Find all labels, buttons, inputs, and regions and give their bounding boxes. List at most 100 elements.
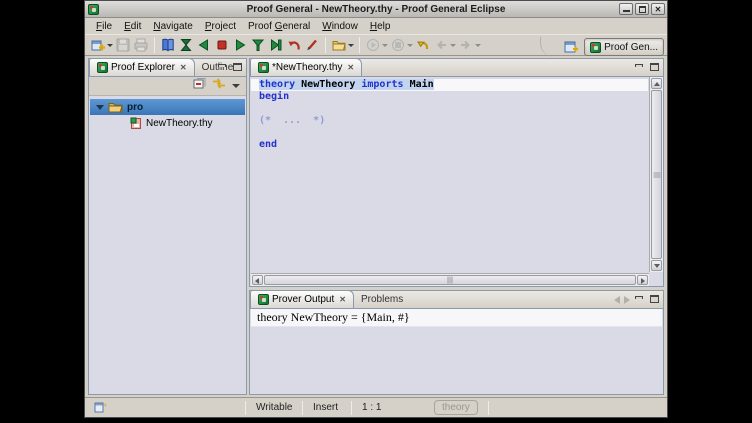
proof-explorer-icon	[97, 62, 108, 73]
view-menu-icon[interactable]	[232, 84, 240, 88]
menu-window[interactable]: Window	[316, 20, 364, 33]
link-with-editor-icon[interactable]	[212, 77, 226, 95]
tab-prover-output[interactable]: Prover Output ✕	[250, 290, 354, 308]
workbench-area: Proof Explorer ✕ Outline	[85, 57, 667, 397]
maximize-window-button[interactable]	[635, 3, 649, 15]
theory-editor-icon	[258, 62, 269, 73]
proof-explorer-view: Proof Explorer ✕ Outline	[88, 58, 247, 395]
main-toolbar: Proof Gen...	[85, 34, 667, 56]
horizontal-scroll-thumb[interactable]	[264, 275, 636, 285]
vertical-scroll-thumb[interactable]	[651, 90, 662, 259]
scroll-right-icon[interactable]	[637, 275, 648, 285]
menubar: FileEditNavigateProjectProof GeneralWind…	[85, 18, 667, 34]
insert-mode-status: Insert	[303, 402, 351, 413]
scroll-down-icon[interactable]	[651, 260, 662, 271]
undo-step-button[interactable]	[195, 35, 213, 55]
tree-item-newtheory-thy[interactable]: NewTheory.thy	[90, 115, 245, 131]
toolbar-separator	[154, 37, 155, 53]
close-icon[interactable]: ✕	[347, 63, 354, 72]
menu-edit[interactable]: Edit	[118, 20, 147, 33]
menu-project[interactable]: Project	[199, 20, 242, 33]
code-line[interactable]: theory NewTheory imports Main	[251, 79, 648, 91]
output-tabrow: Prover Output ✕ Problems	[250, 291, 663, 309]
window-title: Proof General - NewTheory.thy - Proof Ge…	[85, 4, 667, 15]
caret-position-status: 1 : 1	[352, 402, 404, 413]
prover-output-icon	[258, 294, 269, 305]
prover-output-view: Prover Output ✕ Problems theory NewTheor…	[249, 290, 664, 395]
tree-item-pro[interactable]: pro	[90, 99, 245, 115]
last-edit-location-button[interactable]	[414, 35, 432, 55]
minimize-view-icon[interactable]	[217, 62, 228, 73]
theory-context-button[interactable]: theory	[434, 400, 478, 415]
tab-proof-explorer[interactable]: Proof Explorer ✕	[89, 58, 195, 76]
titlebar[interactable]: Proof General - NewTheory.thy - Proof Ge…	[85, 1, 667, 18]
goto-target-button[interactable]	[249, 35, 267, 55]
code-line[interactable]: begin	[251, 91, 648, 103]
toolbar-separator	[325, 37, 326, 53]
editor-area: *NewTheory.thy ✕ theory NewTheory import…	[249, 58, 664, 287]
code-line[interactable]: end	[251, 139, 648, 151]
back-button[interactable]	[432, 35, 457, 55]
retract-all-button[interactable]	[285, 35, 303, 55]
perspective-bar-separator	[540, 37, 558, 57]
minimize-window-button[interactable]	[619, 3, 633, 15]
tree-item-label: NewTheory.thy	[146, 118, 213, 129]
maximize-editor-icon[interactable]	[649, 62, 660, 73]
maximize-view-icon[interactable]	[649, 294, 660, 305]
open-folder-button[interactable]	[330, 35, 355, 55]
tab-newtheory-editor[interactable]: *NewTheory.thy ✕	[250, 58, 362, 76]
external-tools-button[interactable]	[389, 35, 414, 55]
proof-general-perspective-icon	[590, 42, 601, 53]
prover-output-content[interactable]: theory NewTheory = {Main, #}	[251, 309, 662, 393]
close-icon[interactable]: ✕	[180, 63, 187, 72]
editor-horizontal-scrollbar[interactable]	[251, 273, 649, 286]
tab-label: Prover Output	[272, 294, 334, 305]
output-forward-icon[interactable]	[624, 296, 630, 304]
menu-help[interactable]: Help	[364, 20, 397, 33]
close-window-button[interactable]: ✕	[651, 3, 665, 15]
maximize-view-icon[interactable]	[232, 62, 243, 73]
code-line[interactable]	[251, 127, 648, 139]
minimize-view-icon[interactable]	[634, 294, 645, 305]
run-tool-button[interactable]	[364, 35, 389, 55]
minimize-editor-icon[interactable]	[634, 62, 645, 73]
menu-navigate[interactable]: Navigate	[147, 20, 198, 33]
output-back-icon[interactable]	[614, 296, 620, 304]
code-line[interactable]: (* ... *)	[251, 115, 648, 127]
tree-item-label: pro	[127, 102, 143, 113]
explorer-tabrow: Proof Explorer ✕ Outline	[89, 59, 246, 77]
activate-scripting-pen-button[interactable]	[303, 35, 321, 55]
restart-prover-hourglass-button[interactable]	[177, 35, 195, 55]
perspective-label: Proof Gen...	[604, 42, 658, 53]
tab-problems[interactable]: Problems	[354, 290, 410, 308]
save-button[interactable]	[114, 35, 132, 55]
scroll-left-icon[interactable]	[252, 275, 263, 285]
scroll-up-icon[interactable]	[651, 78, 662, 89]
toolbar-separator	[359, 37, 360, 53]
process-to-end-button[interactable]	[267, 35, 285, 55]
proof-general-perspective-button[interactable]: Proof Gen...	[584, 38, 664, 56]
new-wizard-button[interactable]	[89, 35, 114, 55]
fast-view-icon[interactable]	[93, 400, 107, 416]
next-step-button[interactable]	[231, 35, 249, 55]
explorer-view-toolbar	[89, 77, 246, 96]
editor-tab-label: *NewTheory.thy	[272, 62, 342, 73]
stop-button[interactable]	[213, 35, 231, 55]
editor-content[interactable]: theory NewTheory imports Mainbegin (* ...…	[251, 77, 648, 272]
application-window: Proof General - NewTheory.thy - Proof Ge…	[84, 0, 668, 418]
project-tree: proNewTheory.thy	[90, 97, 245, 393]
print-button[interactable]	[132, 35, 150, 55]
forward-button[interactable]	[457, 35, 482, 55]
open-perspective-button[interactable]	[562, 37, 580, 57]
editor-vertical-scrollbar[interactable]	[649, 77, 663, 272]
menu-proof-general[interactable]: Proof General	[242, 20, 316, 33]
close-icon[interactable]: ✕	[339, 295, 346, 304]
tab-label: Problems	[361, 294, 403, 305]
expand-arrow-icon[interactable]	[96, 105, 104, 110]
prover-output-line: theory NewTheory = {Main, #}	[251, 309, 662, 327]
code-line[interactable]	[251, 103, 648, 115]
collapse-all-icon[interactable]	[193, 77, 206, 95]
theory-file-icon	[130, 117, 142, 130]
menu-file[interactable]: File	[90, 20, 118, 33]
open-definition-book-button[interactable]	[159, 35, 177, 55]
